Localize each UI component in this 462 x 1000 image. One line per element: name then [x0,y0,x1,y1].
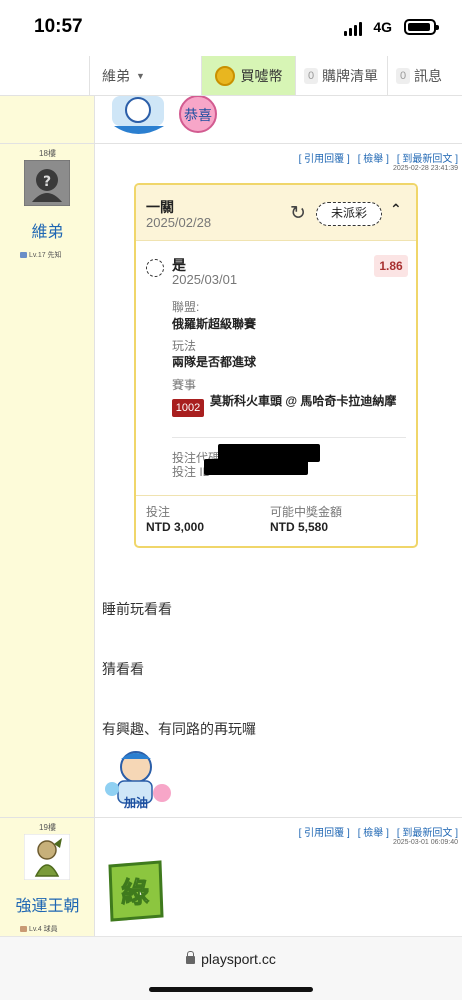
user-level: Lv.17 先知 [20,250,62,260]
ticket-status-badge: 未派彩 [316,202,382,226]
bet-ticket: 一關 2025/02/28 ↻ 未派彩 ⌃ 是 2025/03/01 1.86 … [134,183,418,548]
post-text-line: 睡前玩看看 [102,601,172,617]
status-bar: 10:57 4G [0,0,462,56]
odds-badge: 1.86 [374,255,408,277]
address-bar[interactable]: playsport.cc [0,951,462,967]
post-date: 2025-02-28 23:41:39 [393,165,458,172]
user-menu[interactable]: 維弟 ▼ [90,56,202,95]
coin-icon [214,65,235,86]
payout-value: NTD 5,580 [270,520,329,534]
report-link[interactable]: [ 檢舉 ] [358,824,389,839]
stake-value: NTD 3,000 [146,520,205,534]
top-nav: 維弟 ▼ 買噓幣 0 購牌清單 0 訊息 [0,56,462,96]
avatar [24,834,70,880]
latest-reply-link[interactable]: [ 到最新回文 ] [397,150,458,165]
post-text-line: 有興趣、有同路的再玩囉 [102,721,256,737]
post-text-line: 猜看看 [102,661,144,677]
congrats-sticker: 恭喜 [112,96,217,134]
user-level-text: Lv.17 先知 [29,252,62,259]
user-level-text: Lv.4 球員 [29,926,58,933]
green-sticker: 綠 [108,860,164,922]
event-matchup: 莫斯科火車頭 @ 馬哈奇卡拉迪納摩 [210,394,397,408]
avatar: ? [24,160,70,206]
cart-label: 購牌清單 [322,67,378,84]
user-menu-label: 維弟 [102,67,130,84]
home-indicator[interactable] [149,987,313,992]
network-type: 4G [373,19,392,35]
messages-link[interactable]: 0 訊息 [388,56,462,95]
collapse-chevron-icon[interactable]: ⌃ [390,201,402,218]
post-date: 2025-03-01 06:09:40 [393,839,458,846]
ticket-date: 2025/02/28 [146,215,212,230]
quote-reply-link[interactable]: [ 引用回覆 ] [299,150,350,165]
quote-reply-link[interactable]: [ 引用回覆 ] [299,824,350,839]
user-level: Lv.4 球員 [20,924,58,934]
league-label: 聯盟: [172,300,200,314]
status-time: 10:57 [34,16,83,37]
battery-icon [404,19,439,35]
username-link[interactable]: 維弟 [0,218,95,242]
pick-radio[interactable] [146,259,164,277]
event-label: 賽事 [172,378,197,392]
ticket-title: 一關 [146,199,174,215]
messages-label: 訊息 [414,67,442,84]
post-actions: [ 引用回覆 ] [ 檢舉 ] [ 到最新回文 ] [299,824,458,839]
stake-label: 投注 [146,505,171,519]
ticket-footer: 投注 NTD 3,000 可能中獎金額 NTD 5,580 [136,495,416,546]
level-icon [20,926,27,932]
url-text: playsport.cc [201,951,276,967]
cart-link[interactable]: 0 購牌清單 [296,56,388,95]
refresh-icon[interactable]: ↻ [290,202,306,225]
cart-count-badge: 0 [304,67,318,84]
report-link[interactable]: [ 檢舉 ] [358,150,389,165]
redaction-mark [204,459,308,475]
row-divider [0,143,462,144]
level-icon [20,252,27,258]
payout-label: 可能中獎金額 [270,505,343,519]
nav-spacer [0,56,90,95]
green-sticker-text: 綠 [121,876,149,909]
cheer-sticker: 加油 [105,751,171,810]
buy-coin-button[interactable]: 買噓幣 [202,56,296,95]
play-value: 兩隊是否都進球 [172,355,257,369]
ticket-divider [172,437,406,438]
latest-reply-link[interactable]: [ 到最新回文 ] [397,824,458,839]
play-label: 玩法 [172,339,197,353]
ticket-header: 一關 2025/02/28 ↻ 未派彩 ⌃ [136,185,416,241]
cheer-text: 加油 [123,795,148,810]
post-actions: [ 引用回覆 ] [ 檢舉 ] [ 到最新回文 ] [299,150,458,165]
lock-icon [186,951,196,964]
username-link[interactable]: 強運王朝 [0,892,95,916]
buy-coin-label: 買噓幣 [240,67,283,84]
msg-count-badge: 0 [396,67,410,84]
caret-down-icon: ▼ [136,70,145,81]
pick-date: 2025/03/01 [172,272,238,287]
post-floor: 19樓 [39,823,56,832]
event-code-badge: 1002 [172,399,204,417]
row-divider [0,817,462,818]
svg-text:?: ? [43,174,51,190]
league-value: 俄羅斯超級聯賽 [172,317,257,331]
post-floor: 18樓 [39,149,56,158]
signal-icon [344,22,362,36]
browser-bar: playsport.cc [0,936,462,1000]
congrats-text: 恭喜 [184,108,212,124]
